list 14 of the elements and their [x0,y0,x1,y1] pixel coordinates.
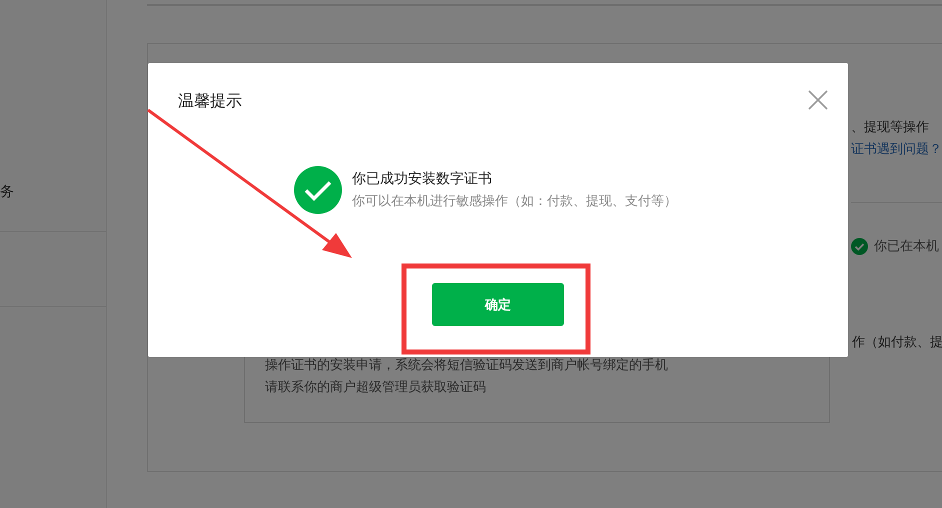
notice-text: 、提现等操作 [851,119,930,136]
sidebar-item[interactable]: 务 [0,183,106,232]
info-text: 操作证书的安装申请，系统会将短信验证码发送到商户帐号绑定的手机 [265,357,669,374]
success-message: 你已成功安装数字证书 [352,170,493,188]
check-circle-icon [851,238,868,254]
check-circle-icon [294,166,342,214]
status-text: 你已在本机 [874,238,939,255]
close-icon[interactable] [808,90,828,110]
detail-text: 你可以在本机进行敏感操作（如：付款、提现、支付等） [352,193,677,210]
help-link[interactable]: 证书遇到问题？ [851,140,942,158]
confirm-button[interactable]: 确定 [432,283,564,326]
info-text: 请联系你的商户超级管理员获取验证码 [265,379,487,396]
dialog-title: 温馨提示 [178,91,242,112]
note-text: 作（如付款、提 [852,334,942,351]
